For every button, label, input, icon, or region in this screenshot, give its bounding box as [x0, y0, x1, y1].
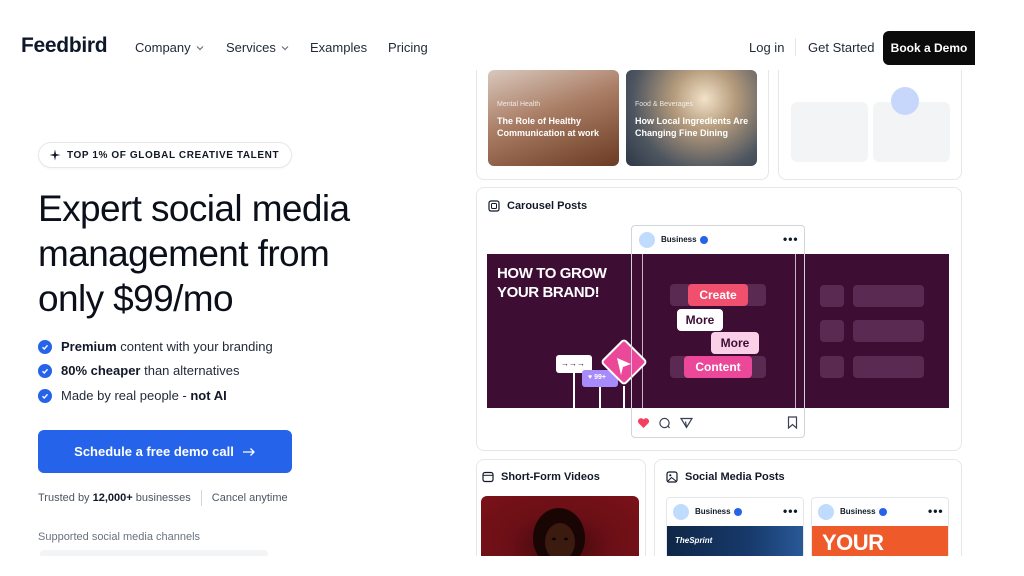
chevron-down-icon [281, 45, 289, 50]
nav-divider [795, 38, 796, 56]
video-thumbnail[interactable] [481, 496, 639, 558]
verified-icon [733, 507, 742, 516]
feature-text: 80% cheaper than alternatives [61, 363, 240, 378]
social-post-preview-1[interactable]: Business ••• TheSprint [666, 497, 804, 559]
page-bottom-edge [0, 556, 1024, 576]
arrow-right-icon [242, 447, 255, 456]
chevron-down-icon [196, 45, 204, 50]
blog-category: Mental Health [497, 101, 541, 108]
nav-pricing[interactable]: Pricing [388, 40, 428, 55]
verified-icon [878, 507, 887, 516]
ghost-block [820, 320, 844, 342]
feedbird-logo[interactable]: Feedbird [21, 34, 108, 58]
account-name: Business [840, 507, 887, 516]
share-icon[interactable] [680, 417, 693, 429]
trusted-by-text: Trusted by 12,000+ businesses [38, 492, 191, 504]
sparkle-icon [49, 149, 61, 161]
image-icon [666, 471, 678, 483]
login-link[interactable]: Log in [749, 40, 784, 55]
account-name: Business [695, 507, 742, 516]
check-circle-icon [38, 339, 52, 354]
nav-services-label: Services [226, 40, 276, 55]
post-image: TheSprint [667, 526, 803, 558]
nav-company[interactable]: Company [135, 40, 205, 55]
blog-title: How Local Ingredients Are Changing Fine … [635, 116, 749, 138]
nav-services[interactable]: Services [226, 40, 290, 55]
placeholder-block [791, 102, 868, 162]
post-frame [631, 225, 805, 438]
check-circle-icon [38, 363, 52, 378]
carousel-heading: Carousel Posts [488, 200, 587, 212]
gallery-icon [488, 200, 500, 212]
account-avatar [673, 504, 689, 520]
ghost-block [820, 356, 844, 378]
short-form-heading-text: Short-Form Videos [501, 471, 600, 483]
nav-company-label: Company [135, 40, 191, 55]
ghost-block [853, 356, 924, 378]
blog-category: Food & Beverages [635, 101, 693, 108]
tag-likes: ♥ 99+ [588, 374, 606, 381]
supported-channels-label: Supported social media channels [38, 531, 201, 543]
schedule-demo-button[interactable]: Schedule a free demo call [38, 430, 292, 473]
badge-text: TOP 1% OF GLOBAL CREATIVE TALENT [67, 149, 280, 161]
blog-card-food[interactable]: Food & Beverages How Local Ingredients A… [626, 70, 757, 166]
account-avatar [818, 504, 834, 520]
trust-line: Trusted by 12,000+ businesses Cancel any… [38, 490, 288, 506]
short-form-heading: Short-Form Videos [482, 471, 600, 483]
video-icon [482, 471, 494, 483]
post-headline: YOUR [822, 530, 884, 555]
nav-examples[interactable]: Examples [310, 40, 367, 55]
book-demo-button[interactable]: Book a Demo [883, 31, 975, 65]
nav-pricing-label: Pricing [388, 40, 428, 55]
feature-text: Premium content with your branding [61, 339, 273, 354]
heart-icon[interactable] [637, 417, 650, 429]
blog-card-mental-health[interactable]: Mental Health The Role of Healthy Commun… [488, 70, 619, 166]
slide-headline: HOW TO GROW YOUR BRAND! [497, 265, 607, 301]
ghost-block [853, 320, 924, 342]
carousel-heading-text: Carousel Posts [507, 200, 588, 212]
social-posts-heading: Social Media Posts [666, 471, 785, 483]
feature-text: Made by real people - not AI [61, 388, 227, 403]
brand-text: TheSprint [675, 536, 713, 545]
get-started-link[interactable]: Get Started [808, 40, 874, 55]
feature-item-real-people: Made by real people - not AI [38, 388, 227, 403]
nav-examples-label: Examples [310, 40, 368, 55]
blog-title: The Role of Healthy Communication at wor… [497, 116, 600, 138]
more-options-icon[interactable]: ••• [928, 504, 944, 518]
check-circle-icon [38, 388, 52, 403]
post-image: YOUR [812, 526, 948, 558]
comment-icon[interactable] [658, 417, 671, 429]
social-post-preview-2[interactable]: Business ••• YOUR [811, 497, 949, 559]
cta-label: Schedule a free demo call [74, 444, 234, 459]
ghost-block [820, 285, 844, 307]
feature-item-premium: Premium content with your branding [38, 339, 273, 354]
feature-item-cheaper: 80% cheaper than alternatives [38, 363, 240, 378]
talent-badge: TOP 1% OF GLOBAL CREATIVE TALENT [38, 142, 293, 168]
cancel-anytime-text: Cancel anytime [211, 492, 288, 504]
social-posts-heading-text: Social Media Posts [685, 471, 785, 483]
hero-title: Expert social media management from only… [38, 188, 350, 319]
person-image [533, 508, 585, 558]
placeholder-panel [778, 70, 962, 180]
trust-divider [200, 490, 202, 506]
bookmark-icon[interactable] [787, 416, 798, 429]
tag-arrows: →→→ [561, 359, 585, 368]
ghost-block [853, 285, 924, 307]
more-options-icon[interactable]: ••• [783, 504, 799, 518]
avatar-placeholder [891, 87, 919, 115]
